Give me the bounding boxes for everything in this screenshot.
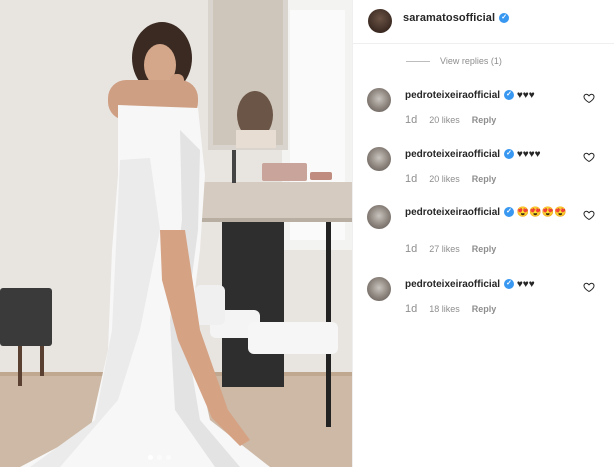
- comment-time[interactable]: 1d: [405, 173, 417, 185]
- comment-text-row: pedroteixeiraofficial ✓ 😍😍😍😍: [405, 206, 585, 220]
- comment-time[interactable]: 1d: [405, 114, 417, 126]
- reply-button[interactable]: Reply: [472, 115, 497, 125]
- comment-text-row: pedroteixeiraofficial ✓ ♥♥♥♥: [405, 148, 585, 162]
- heart-icon[interactable]: [583, 92, 595, 104]
- instagram-post-view: saramatosofficial ✓ View replies (1) pedr…: [0, 0, 614, 467]
- verified-badge-icon: ✓: [504, 207, 515, 218]
- comment-likes[interactable]: 20 likes: [429, 174, 460, 184]
- view-replies-link[interactable]: View replies (1): [406, 56, 502, 66]
- carousel-dot[interactable]: [166, 455, 171, 460]
- reply-button[interactable]: Reply: [472, 244, 497, 254]
- commenter-avatar[interactable]: [367, 147, 391, 171]
- carousel-indicator[interactable]: [148, 455, 171, 460]
- comment-likes[interactable]: 18 likes: [429, 304, 460, 314]
- verified-badge-icon: ✓: [499, 13, 510, 24]
- comment-likes[interactable]: 20 likes: [429, 115, 460, 125]
- heart-icon[interactable]: [583, 281, 595, 293]
- post-image: [0, 0, 352, 467]
- comment-meta: 1d 18 likes Reply: [405, 303, 496, 315]
- comment-body: 😍😍😍😍: [516, 207, 567, 218]
- heart-icon[interactable]: [583, 151, 595, 163]
- comment-time[interactable]: 1d: [405, 243, 417, 255]
- verified-badge-icon: ✓: [504, 149, 515, 160]
- comment-body: ♥♥♥♥: [516, 149, 541, 160]
- commenter-username[interactable]: pedroteixeiraofficial: [405, 149, 500, 160]
- verified-badge-icon: ✓: [504, 279, 515, 290]
- comment-item: pedroteixeiraofficial ✓ 😍😍😍😍 1d 27 likes …: [353, 203, 614, 263]
- author-avatar[interactable]: [368, 9, 392, 33]
- view-replies-label[interactable]: View replies (1): [440, 56, 502, 66]
- comment-text-row: pedroteixeiraofficial ✓ ♥♥♥: [405, 278, 585, 292]
- replies-divider: [406, 60, 430, 62]
- comments-panel: saramatosofficial ✓ View replies (1) pedr…: [352, 0, 614, 467]
- comment-item: pedroteixeiraofficial ✓ ♥♥♥ 1d 20 likes R…: [353, 86, 614, 146]
- verified-badge-icon: ✓: [504, 90, 515, 101]
- reply-button[interactable]: Reply: [472, 174, 497, 184]
- comment-meta: 1d 20 likes Reply: [405, 173, 496, 185]
- commenter-avatar[interactable]: [367, 205, 391, 229]
- heart-icon[interactable]: [583, 209, 595, 221]
- author-username[interactable]: saramatosofficial: [403, 12, 495, 24]
- commenter-avatar[interactable]: [367, 277, 391, 301]
- comment-meta: 1d 20 likes Reply: [405, 114, 496, 126]
- carousel-dot[interactable]: [148, 455, 153, 460]
- commenter-username[interactable]: pedroteixeiraofficial: [405, 279, 500, 290]
- post-header: saramatosofficial ✓: [353, 0, 614, 44]
- comment-body: ♥♥♥: [516, 90, 535, 101]
- comment-item: pedroteixeiraofficial ✓ ♥♥♥ 1d 18 likes R…: [353, 275, 614, 335]
- commenter-avatar[interactable]: [367, 88, 391, 112]
- comment-likes[interactable]: 27 likes: [429, 244, 460, 254]
- commenter-username[interactable]: pedroteixeiraofficial: [405, 207, 500, 218]
- comment-text-row: pedroteixeiraofficial ✓ ♥♥♥: [405, 89, 585, 103]
- comment-time[interactable]: 1d: [405, 303, 417, 315]
- reply-button[interactable]: Reply: [472, 304, 497, 314]
- carousel-dot[interactable]: [157, 455, 162, 460]
- comment-item: pedroteixeiraofficial ✓ ♥♥♥♥ 1d 20 likes …: [353, 145, 614, 205]
- comment-body: ♥♥♥: [516, 279, 535, 290]
- comment-meta: 1d 27 likes Reply: [405, 243, 496, 255]
- post-photo[interactable]: [0, 0, 352, 467]
- commenter-username[interactable]: pedroteixeiraofficial: [405, 90, 500, 101]
- author-username-row[interactable]: saramatosofficial ✓: [403, 12, 510, 24]
